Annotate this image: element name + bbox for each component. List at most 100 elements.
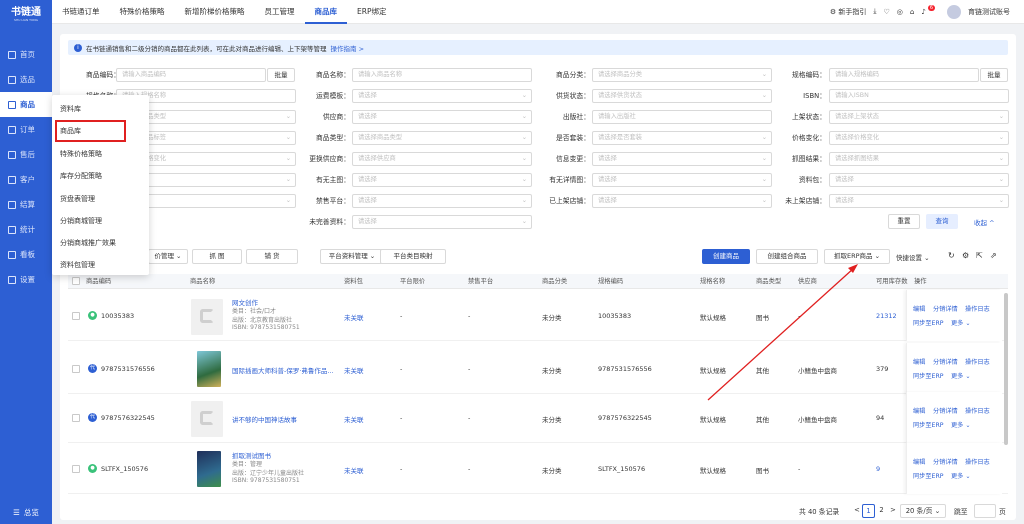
operation-log-link[interactable]: 操作日志 (965, 357, 990, 366)
refresh-icon[interactable]: ↻ (948, 251, 955, 260)
goods-code-input[interactable]: 请输入商品编码 (116, 68, 266, 82)
page-2[interactable]: 2 (876, 504, 887, 518)
export-icon[interactable]: ⇱ (976, 251, 983, 260)
operation-log-link[interactable]: 操作日志 (965, 406, 990, 415)
product-thumbnail[interactable] (191, 299, 223, 335)
sync-erp-link[interactable]: 同步至ERP (913, 471, 944, 480)
heart-icon[interactable]: ♡ (884, 8, 890, 16)
main-image-select[interactable]: 请选择 ⌄ (352, 173, 532, 187)
package-link[interactable]: 未关联 (344, 465, 364, 475)
product-thumbnail[interactable] (197, 451, 221, 487)
menu-special-price[interactable]: 特殊价格策略 (60, 149, 102, 159)
product-thumbnail[interactable] (197, 351, 221, 387)
avatar[interactable] (947, 4, 961, 19)
nav-select[interactable]: 选品 (0, 67, 52, 92)
tab-special-price[interactable]: 特殊价格策略 (110, 0, 175, 24)
share-icon[interactable]: ⇗ (990, 251, 997, 260)
more-link[interactable]: 更多 ⌄ (951, 371, 971, 380)
create-goods-button[interactable]: 创建商品 (702, 249, 750, 264)
ban-platform-select[interactable]: 请选择 ⌄ (352, 194, 532, 208)
row-checkbox[interactable] (72, 365, 80, 373)
operation-log-link[interactable]: 操作日志 (965, 304, 990, 313)
more-link[interactable]: 更多 ⌄ (951, 471, 971, 480)
edit-link[interactable]: 编辑 (913, 406, 925, 415)
row-checkbox[interactable] (72, 414, 80, 422)
menu-mall-promo[interactable]: 分销商城推广效果 (60, 238, 116, 248)
detail-image-select[interactable]: 请选择 ⌄ (592, 173, 772, 187)
overview-button[interactable]: ☰ 总览 (0, 507, 52, 518)
menu-stock-alloc[interactable]: 库存分配策略 (60, 171, 102, 181)
select-all-checkbox[interactable] (72, 277, 80, 285)
nav-orders[interactable]: 订单 (0, 117, 52, 142)
page-1[interactable]: 1 (862, 504, 875, 518)
nav-customer[interactable]: 客户 (0, 167, 52, 192)
prev-page[interactable]: < (852, 504, 862, 518)
menu-pallet[interactable]: 货盘表管理 (60, 194, 95, 204)
sync-erp-link[interactable]: 同步至ERP (913, 371, 944, 380)
edit-link[interactable]: 编辑 (913, 357, 925, 366)
incomplete-select[interactable]: 请选择 ⌄ (352, 215, 532, 229)
tab-goods-lib[interactable]: 商品库 (304, 0, 347, 24)
edit-link[interactable]: 编辑 (913, 457, 925, 466)
supply-status-select[interactable]: 请选择供货状态 ⌄ (592, 89, 772, 103)
tab-erp[interactable]: ERP绑定 (347, 0, 396, 24)
nav-home[interactable]: 首页 (0, 42, 52, 67)
guide-link-notice[interactable]: 操作指南 > (331, 43, 365, 53)
nav-stats[interactable]: 统计 (0, 217, 52, 242)
menu-package-manage[interactable]: 资料包管理 (60, 260, 95, 270)
row-checkbox[interactable] (72, 312, 80, 320)
guide-link[interactable]: ⚙ 新手指引 (830, 7, 867, 17)
stock-count[interactable]: 9 (876, 465, 880, 473)
publisher-input[interactable]: 请输入出版社 (592, 110, 772, 124)
category-select[interactable]: 请选择商品分类 ⌄ (592, 68, 772, 82)
stock-count[interactable]: 21312 (876, 312, 897, 320)
distribution-detail-link[interactable]: 分销详情 (933, 406, 958, 415)
distribute-button[interactable]: 铺 货 (246, 249, 298, 264)
lock-icon[interactable]: ⌂ (910, 8, 914, 16)
is-set-select[interactable]: 请选择是否套装 ⌄ (592, 131, 772, 145)
supplier-select[interactable]: 请选择 ⌄ (352, 110, 532, 124)
page-size-select[interactable]: 20 条/页 ⌄ (900, 504, 946, 518)
goods-name-link[interactable]: 国际插画大师科普-保罗·弗鲁作品... (232, 365, 334, 375)
nav-settings[interactable]: 设置 (0, 267, 52, 292)
menu-mall-manage[interactable]: 分销商城管理 (60, 216, 102, 226)
nav-goods[interactable]: 商品 (0, 92, 52, 117)
distribution-detail-link[interactable]: 分销详情 (933, 357, 958, 366)
package-link[interactable]: 未关联 (344, 365, 364, 375)
gear-icon[interactable]: ⚙ (962, 251, 969, 260)
batch-button-2[interactable]: 批量 (980, 68, 1008, 82)
package-link[interactable]: 未关联 (344, 312, 364, 322)
freight-select[interactable]: 请选择 ⌄ (352, 89, 532, 103)
distribution-detail-link[interactable]: 分销详情 (933, 457, 958, 466)
more-link[interactable]: 更多 ⌄ (951, 318, 971, 327)
row-checkbox[interactable] (72, 465, 80, 473)
collapse-link[interactable]: 收起 ^ (974, 217, 995, 227)
nav-board[interactable]: 看板 (0, 242, 52, 267)
account-name[interactable]: 育链测试账号 (968, 7, 1010, 17)
distribution-detail-link[interactable]: 分销详情 (933, 304, 958, 313)
listed-shop-select[interactable]: 请选择 ⌄ (592, 194, 772, 208)
next-page[interactable]: > (888, 504, 898, 518)
category-map-button[interactable]: 平台类目映射 (380, 249, 446, 264)
jump-input[interactable] (974, 504, 996, 518)
fetch-erp-button[interactable]: 抓取ERP商品 ⌄ (824, 249, 890, 264)
goods-name-link[interactable]: 讲不够的中国神话故事 (232, 414, 297, 424)
sync-erp-link[interactable]: 同步至ERP (913, 420, 944, 429)
create-combo-button[interactable]: 创建组合商品 (756, 249, 818, 264)
price-change-select[interactable]: 请选择价格变化 ⌄ (829, 131, 1009, 145)
goods-type-select[interactable]: 请选择商品类型 ⌄ (352, 131, 532, 145)
search-button[interactable]: 查询 (926, 214, 958, 229)
quick-settings[interactable]: 快捷设置 ⌄ (896, 252, 930, 262)
tab-staff[interactable]: 员工管理 (255, 0, 305, 24)
reset-button[interactable]: 重置 (888, 214, 920, 229)
goods-name-input[interactable]: 请输入商品名称 (352, 68, 532, 82)
grab-result-select[interactable]: 请选择抓图结果 ⌄ (829, 152, 1009, 166)
unlisted-shop-select[interactable]: 请选择 ⌄ (829, 194, 1009, 208)
change-supplier-select[interactable]: 请选择供应商 ⌄ (352, 152, 532, 166)
price-manage-button[interactable]: 价管理 ⌄ (148, 249, 188, 264)
package-select[interactable]: 请选择 ⌄ (829, 173, 1009, 187)
menu-material-lib[interactable]: 资料库 (60, 104, 81, 114)
spec-code-input[interactable]: 请输入规格编码 (829, 68, 979, 82)
info-change-select[interactable]: 请选择 ⌄ (592, 152, 772, 166)
product-thumbnail[interactable] (191, 401, 223, 437)
